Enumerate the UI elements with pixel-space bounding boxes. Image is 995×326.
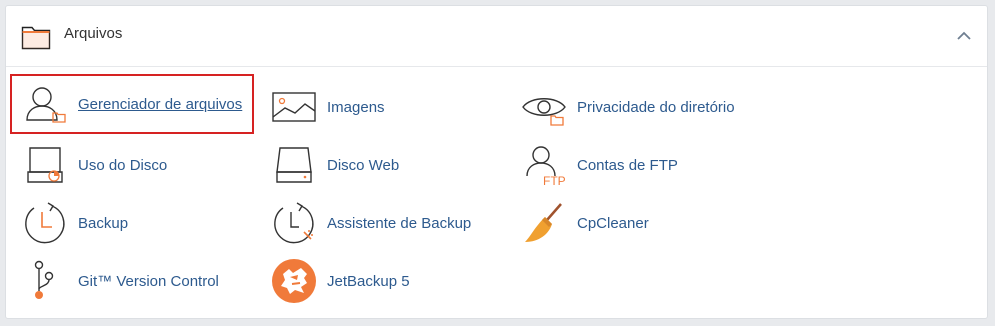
item-label: Contas de FTP [577,156,678,174]
jetbackup-link[interactable]: JetBackup 5 [271,256,491,306]
item-label: JetBackup 5 [327,272,410,290]
ftp-badge: FTP [543,174,566,188]
jetbackup-icon [271,258,317,304]
disk-usage-icon [22,142,68,188]
ftp-accounts-link[interactable]: FTP Contas de FTP [521,140,781,190]
git-icon [22,258,68,304]
item-label: Uso do Disco [78,156,168,174]
images-link[interactable]: Imagens [271,82,491,132]
backup-wizard-link[interactable]: Assistente de Backup [271,198,501,248]
chevron-up-icon[interactable] [955,29,973,43]
files-panel: Arquivos Gerenciador de arquivos Imagens [5,5,988,319]
images-icon [271,84,317,130]
backup-icon [22,200,68,246]
backup-link[interactable]: Backup [22,198,242,248]
web-disk-link[interactable]: Disco Web [271,140,491,190]
item-label: CpCleaner [577,214,649,232]
item-label: Imagens [327,98,385,116]
ftp-accounts-icon: FTP [521,142,567,188]
directory-privacy-icon [521,84,567,130]
section-title: Arquivos [64,25,123,42]
item-label: Gerenciador de arquivos [78,95,243,113]
folder-icon [21,24,51,50]
directory-privacy-link[interactable]: Privacidade do diretório [521,82,781,132]
panel-header[interactable]: Arquivos [6,6,987,67]
item-label: Git™ Version Control [78,272,219,290]
file-manager-icon [22,81,68,127]
item-label: Disco Web [327,156,400,174]
broom-icon [521,200,567,246]
item-label: Assistente de Backup [327,214,472,232]
item-label: Backup [78,214,129,232]
file-manager-link[interactable]: Gerenciador de arquivos [10,74,254,134]
disk-usage-link[interactable]: Uso do Disco [22,140,242,190]
web-disk-icon [271,142,317,188]
git-version-control-link[interactable]: Git™ Version Control [22,256,252,306]
item-label: Privacidade do diretório [577,98,735,116]
backup-wizard-icon [271,200,317,246]
cpcleaner-link[interactable]: CpCleaner [521,198,721,248]
